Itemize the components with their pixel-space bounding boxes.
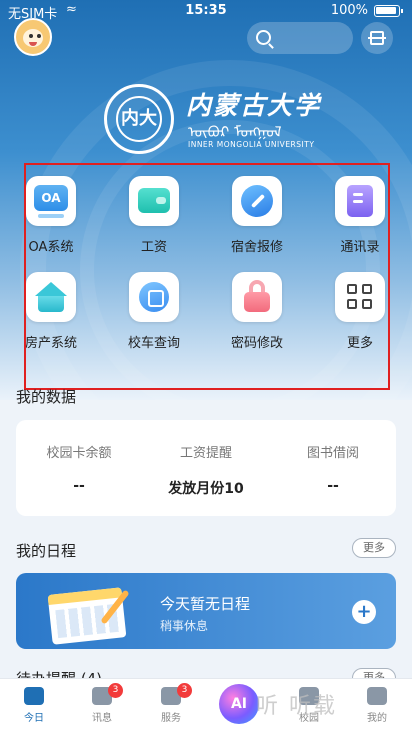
schedule-title: 我的日程 — [16, 542, 77, 560]
services-badge: 3 — [177, 683, 192, 698]
tab-label: 我的 — [367, 713, 387, 724]
tab-label: 服务 — [161, 713, 181, 724]
user-icon — [367, 687, 387, 705]
tab-today[interactable]: 今日 — [4, 687, 64, 724]
bus-shape — [139, 282, 169, 312]
tab-label: 今日 — [24, 713, 44, 724]
stat-value-library[interactable]: -- — [270, 478, 396, 494]
oa-icon: OA — [26, 176, 76, 226]
seal-inner: 内大 — [116, 96, 162, 142]
app-label: 工资 — [140, 240, 167, 255]
stat-value-salary[interactable]: 发放月份10 — [143, 478, 269, 498]
ai-assistant-button[interactable]: AI — [219, 684, 259, 724]
messages-badge: 3 — [108, 683, 123, 698]
avatar[interactable] — [14, 18, 52, 56]
app-label: 更多 — [346, 336, 373, 351]
oa-icon-base — [38, 214, 64, 218]
schedule-card[interactable]: 今天暂无日程 稍事休息 + — [16, 573, 396, 649]
calendar-icon — [47, 587, 127, 645]
schedule-empty-subtitle: 稍事休息 — [160, 619, 209, 633]
app-contacts[interactable]: 通讯录 — [309, 176, 399, 266]
app-label: 校车查询 — [127, 336, 180, 351]
stat-label: 图书借阅 — [306, 446, 359, 461]
wallet-shape — [138, 188, 170, 213]
bus-icon — [129, 272, 179, 322]
book-shape — [347, 185, 373, 217]
stat-label: 工资提醒 — [179, 446, 232, 461]
avatar-eye — [29, 34, 33, 38]
app-label: 房产系统 — [24, 336, 77, 351]
my-data-title: 我的数据 — [16, 388, 77, 406]
search-button[interactable] — [247, 22, 353, 54]
app-dorm-repair[interactable]: 宿舍报修 — [206, 176, 296, 266]
grid-cell — [347, 299, 357, 309]
status-bar: 无SIM卡 ≈ 15:35 100% — [0, 0, 412, 22]
grid-cell — [362, 284, 372, 294]
university-name-mongolian: ᠥᠪᠦᠷ ᠮᠣᠩᠭᠣᠯ — [188, 123, 282, 141]
university-seal-logo: 内大 — [104, 84, 174, 154]
scan-button[interactable] — [361, 22, 393, 54]
my-data-card: 校园卡余额 -- 工资提醒 发放月份10 图书借阅 -- — [16, 420, 396, 516]
lock-icon — [232, 272, 282, 322]
stat-label: 校园卡余额 — [46, 446, 112, 461]
app-label: 通讯录 — [340, 240, 380, 255]
app-label: OA系统 — [28, 240, 74, 255]
add-schedule-button[interactable]: + — [352, 600, 376, 624]
grid-more-icon — [335, 272, 385, 322]
oa-icon-text: OA — [34, 185, 68, 211]
house-body — [38, 296, 64, 312]
tab-services[interactable]: 3 服务 — [141, 683, 201, 724]
schedule-empty-title: 今天暂无日程 — [160, 595, 251, 613]
app-campus-bus[interactable]: 校车查询 — [103, 272, 193, 362]
battery-icon — [374, 5, 403, 17]
wrench-icon — [232, 176, 282, 226]
stat-value-campus-card[interactable]: -- — [16, 478, 142, 494]
app-oa-system[interactable]: OA OA系统 — [0, 176, 90, 266]
tab-messages[interactable]: 3 讯息 — [72, 683, 132, 724]
university-name-en: INNER MONGOLIA UNIVERSITY — [188, 140, 315, 149]
house-icon — [26, 272, 76, 322]
grid-cell — [347, 284, 357, 294]
app-label: 宿舍报修 — [230, 240, 283, 255]
bottom-tab-bar: 今日 3 讯息 3 服务 校园 我的 — [0, 678, 412, 732]
wrench-shape — [241, 185, 273, 217]
tab-me[interactable]: 我的 — [347, 687, 407, 724]
lock-body — [244, 292, 270, 312]
app-more[interactable]: 更多 — [309, 272, 399, 362]
home-icon — [24, 687, 44, 705]
grid-cell — [362, 299, 372, 309]
search-icon — [256, 30, 271, 45]
house-roof — [35, 282, 67, 296]
contacts-book-icon — [335, 176, 385, 226]
app-salary[interactable]: 工资 — [103, 176, 193, 266]
tab-label: 讯息 — [92, 713, 112, 724]
wallet-icon — [129, 176, 179, 226]
watermark-logo: 听 听载 — [256, 694, 337, 719]
app-change-password[interactable]: 密码修改 — [206, 272, 296, 362]
schedule-more-button[interactable]: 更多 — [352, 538, 396, 558]
calendar-top — [47, 587, 123, 605]
app-housing-system[interactable]: 房产系统 — [0, 272, 90, 362]
scan-icon — [368, 31, 386, 45]
battery-percent: 100% — [330, 3, 368, 18]
avatar-eye — [37, 34, 41, 38]
app-label: 密码修改 — [230, 336, 283, 351]
